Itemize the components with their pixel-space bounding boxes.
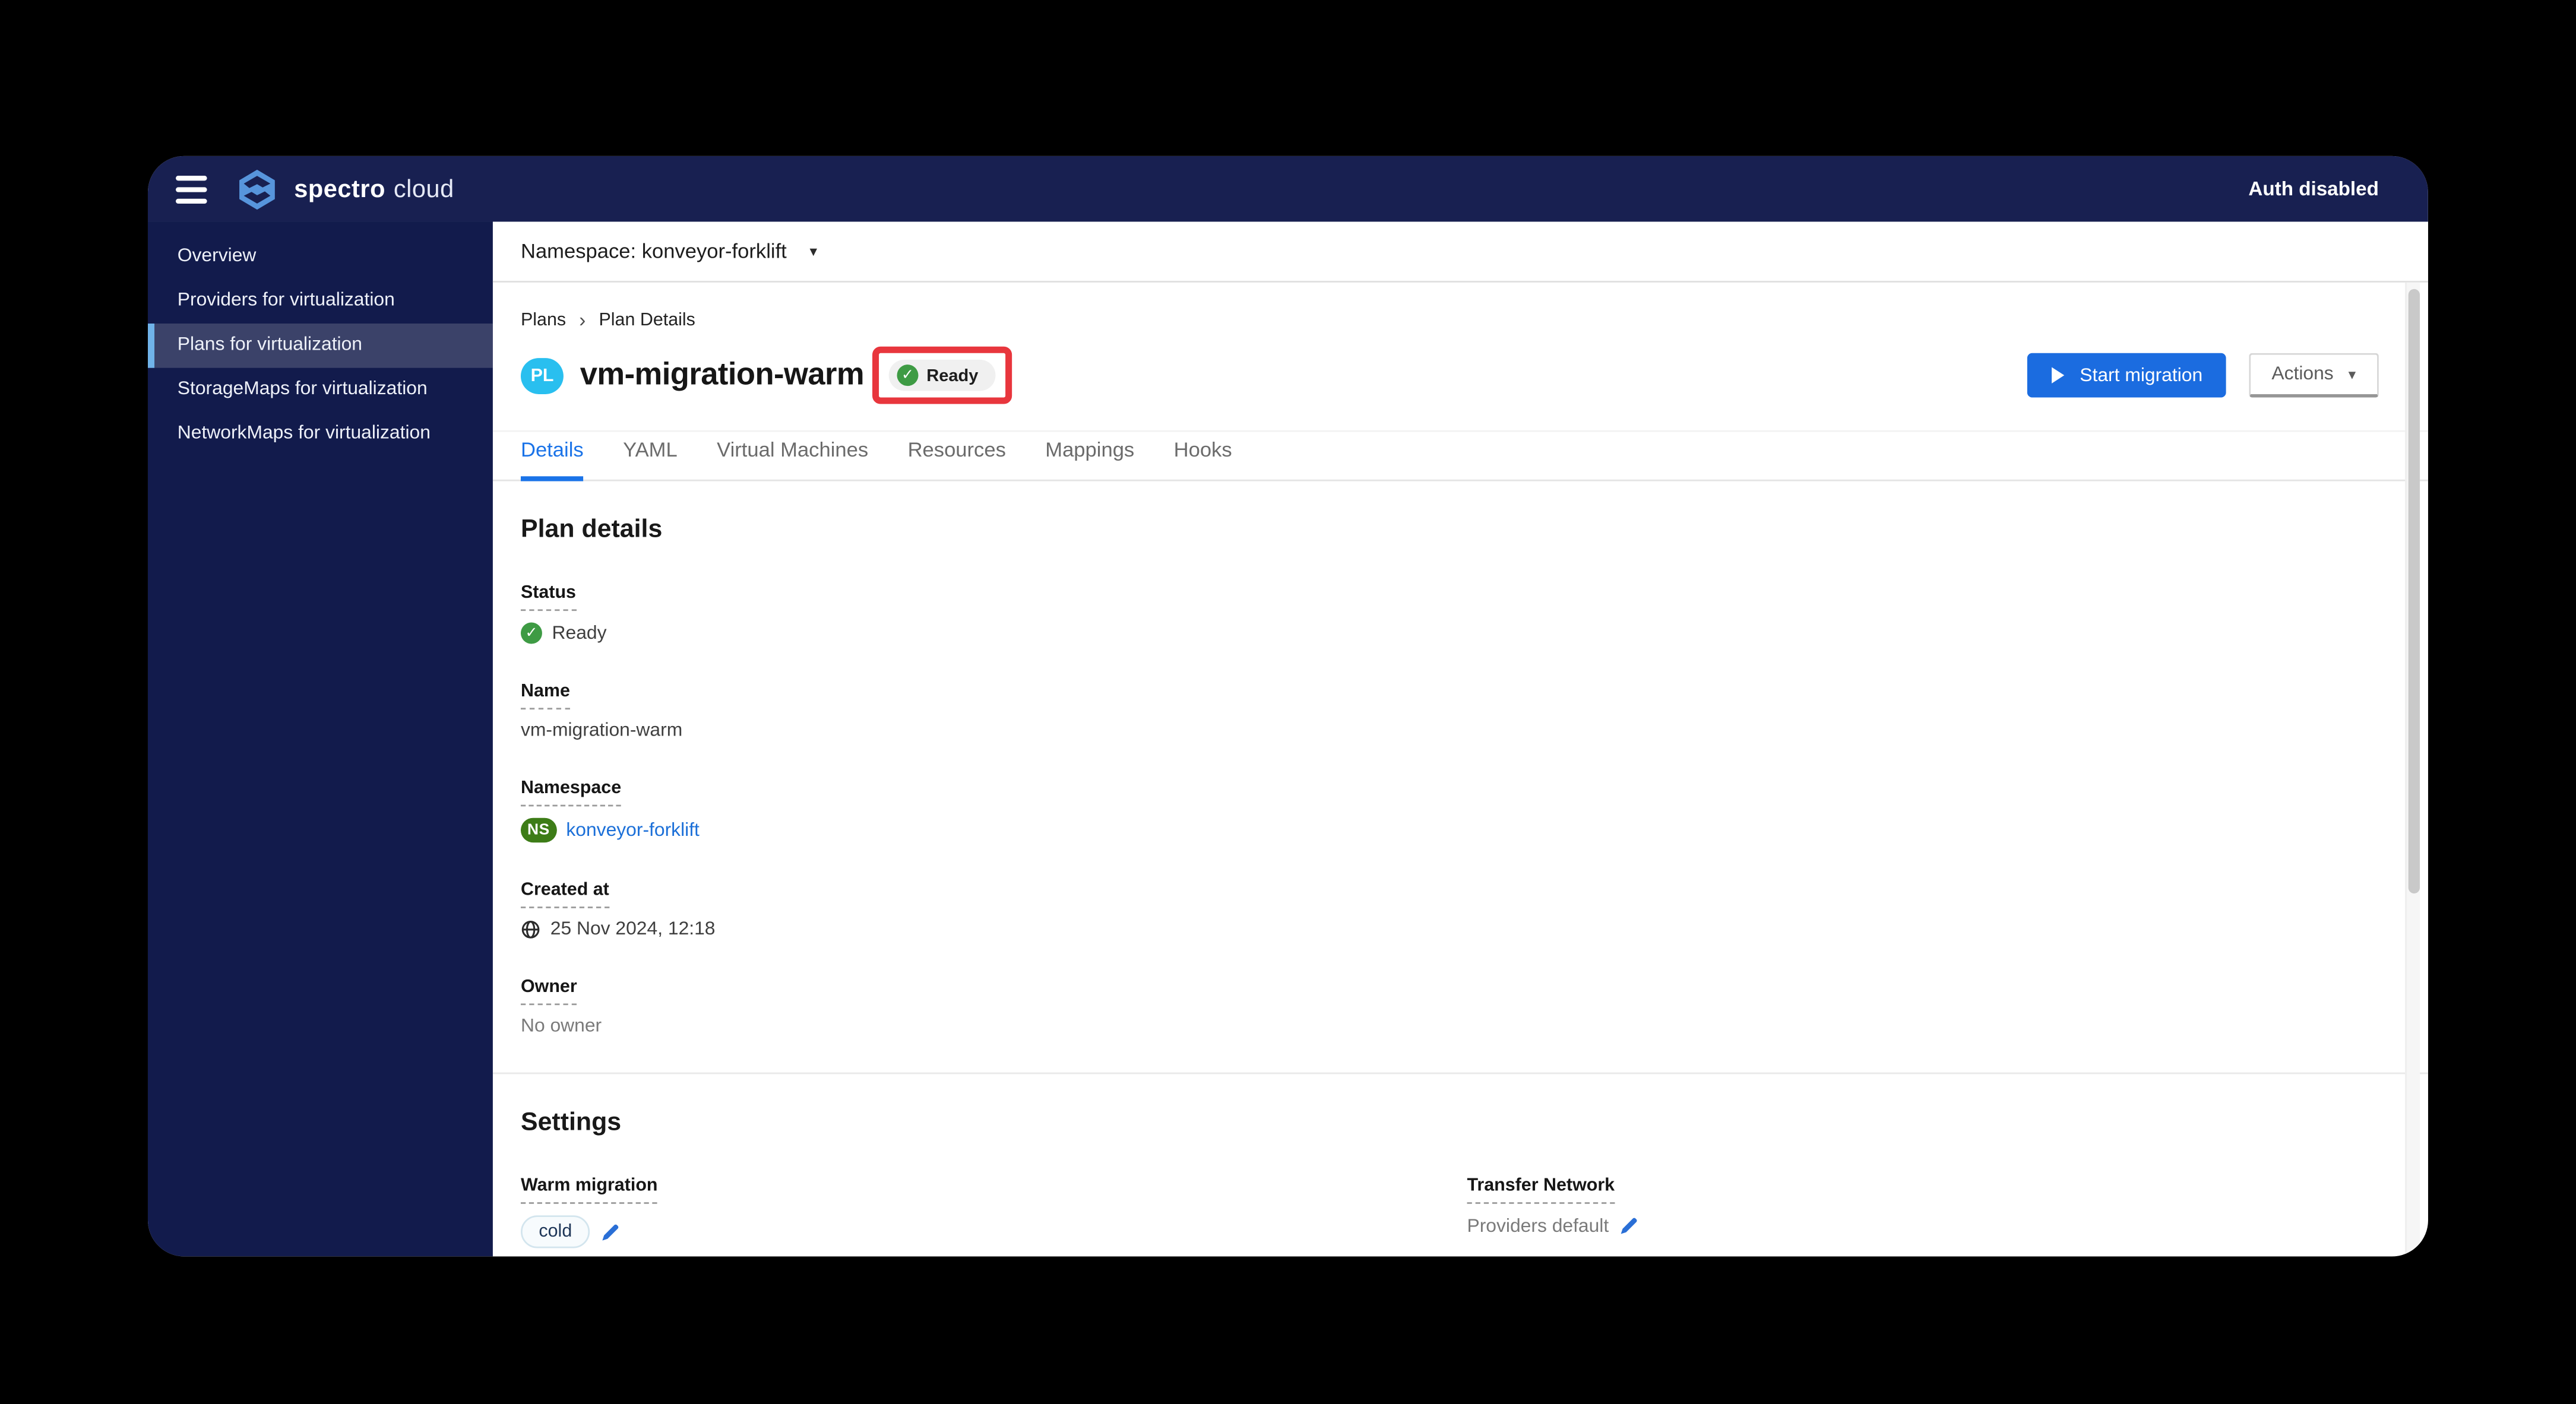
tab-resources[interactable]: Resources	[908, 439, 1006, 481]
breadcrumb-plan-details: Plan Details	[599, 310, 695, 331]
caret-down-icon: ▾	[809, 242, 818, 259]
namespace-selector-label: Namespace: konveyor-forklift	[520, 239, 787, 263]
actions-label: Actions	[2271, 365, 2334, 385]
namespace-badge: NS	[520, 817, 556, 843]
field-label-name: Name	[520, 682, 570, 710]
pencil-icon	[1621, 1218, 1638, 1234]
field-value-name: vm-migration-warm	[521, 721, 2428, 740]
status-value: Ready	[552, 623, 607, 644]
topbar: spectro cloud Auth disabled	[147, 156, 2428, 222]
screen: spectro cloud Auth disabled Overview Pro…	[0, 0, 2576, 1404]
breadcrumb: Plans › Plan Details	[521, 309, 2428, 332]
sidebar-item-providers[interactable]: Providers for virtualization	[148, 279, 493, 324]
warm-migration-chip: cold	[520, 1215, 590, 1248]
tab-hooks[interactable]: Hooks	[1174, 439, 1232, 481]
app-window: spectro cloud Auth disabled Overview Pro…	[147, 156, 2428, 1257]
namespace-selector[interactable]: Namespace: konveyor-forklift ▾	[492, 221, 2428, 283]
play-icon	[2051, 367, 2065, 384]
field-label-owner: Owner	[520, 977, 577, 1006]
start-migration-button[interactable]: Start migration	[2027, 353, 2226, 398]
scrollbar-thumb[interactable]	[2408, 289, 2420, 893]
edit-transfer-network-button[interactable]	[1619, 1215, 1640, 1237]
hamburger-bar	[176, 186, 207, 192]
breadcrumb-plans[interactable]: Plans	[521, 310, 566, 330]
brand-secondary: cloud	[393, 175, 454, 203]
name-value: vm-migration-warm	[520, 721, 683, 741]
page-title: vm-migration-warm	[580, 357, 865, 392]
sidebar: Overview Providers for virtualization Pl…	[147, 221, 493, 1257]
tab-bar: Details YAML Virtual Machines Resources …	[492, 430, 2428, 481]
brand-wordmark: spectro cloud	[294, 175, 454, 203]
status-badge: ✓ Ready	[888, 359, 995, 391]
plan-type-badge: PL	[520, 357, 564, 394]
tab-yaml[interactable]: YAML	[623, 439, 678, 481]
section-divider	[492, 1072, 2428, 1075]
field-name: Name vm-migration-warm	[520, 675, 2428, 741]
actions-button[interactable]: Actions ▾	[2248, 353, 2379, 398]
owner-value: No owner	[520, 1016, 602, 1037]
field-label-created-at: Created at	[520, 880, 609, 908]
field-owner: Owner No owner	[520, 971, 2428, 1037]
field-namespace: Namespace NS konveyor-forklift	[520, 772, 2428, 843]
field-value-owner: No owner	[521, 1016, 2428, 1036]
field-transfer-network: Transfer Network Providers default	[1467, 1170, 2428, 1248]
annotation-highlight-box: ✓ Ready	[872, 346, 1011, 404]
settings-grid: Warm migration cold Target namespace kon…	[520, 1138, 2428, 1256]
settings-heading: Settings	[520, 1108, 622, 1137]
hamburger-bar	[176, 198, 207, 203]
start-migration-label: Start migration	[2080, 365, 2203, 385]
hamburger-bar	[176, 175, 207, 180]
edit-warm-migration-button[interactable]	[600, 1221, 621, 1243]
field-value-created-at: 25 Nov 2024, 12:18	[521, 920, 2428, 939]
spectro-cloud-logo-icon	[235, 167, 280, 211]
sidebar-item-plans[interactable]: Plans for virtualization	[147, 324, 493, 368]
tab-virtual-machines[interactable]: Virtual Machines	[717, 439, 868, 481]
field-value-warm-migration: cold	[520, 1215, 1467, 1248]
hamburger-menu-button[interactable]	[172, 169, 210, 210]
status-badge-label: Ready	[926, 365, 979, 385]
field-value-status: ✓ Ready	[520, 622, 2428, 644]
namespace-link[interactable]: konveyor-forklift	[566, 820, 700, 840]
field-value-transfer-network: Providers default	[1467, 1215, 2428, 1237]
tab-details[interactable]: Details	[520, 439, 584, 481]
transfer-network-value: Providers default	[1467, 1216, 1609, 1236]
check-circle-icon: ✓	[897, 365, 919, 386]
field-label-transfer-network: Transfer Network	[1467, 1176, 1615, 1204]
field-warm-migration: Warm migration cold	[520, 1170, 1467, 1248]
field-status: Status ✓ Ready	[520, 576, 2428, 644]
check-circle-icon: ✓	[520, 622, 542, 644]
created-at-value: 25 Nov 2024, 12:18	[550, 920, 716, 940]
tab-mappings[interactable]: Mappings	[1045, 439, 1134, 481]
brand-primary: spectro	[294, 175, 386, 203]
field-label-namespace: Namespace	[520, 778, 622, 807]
page-header: PL vm-migration-warm ✓ Ready Start migra…	[520, 346, 2379, 404]
field-value-namespace: NS konveyor-forklift	[520, 817, 2428, 843]
globe-icon	[521, 920, 540, 939]
page-content: Plans › Plan Details PL vm-migration-war…	[492, 283, 2428, 1257]
sidebar-item-overview[interactable]: Overview	[148, 235, 493, 280]
plan-details-heading: Plan details	[520, 515, 663, 544]
field-created-at: Created at 25 Nov 2024, 12:18	[520, 874, 2428, 939]
chevron-right-icon: ›	[579, 309, 586, 332]
field-label-status: Status	[520, 583, 577, 611]
caret-down-icon: ▾	[2348, 365, 2356, 382]
main-content: Namespace: konveyor-forklift ▾ Plans › P…	[492, 221, 2428, 1257]
sidebar-item-networkmaps[interactable]: NetworkMaps for virtualization	[148, 412, 493, 457]
auth-status-label: Auth disabled	[2248, 177, 2379, 201]
sidebar-item-storagemaps[interactable]: StorageMaps for virtualization	[148, 368, 493, 413]
vertical-scrollbar[interactable]	[2405, 282, 2420, 1257]
field-label-warm-migration: Warm migration	[520, 1176, 658, 1204]
pencil-icon	[602, 1224, 619, 1240]
